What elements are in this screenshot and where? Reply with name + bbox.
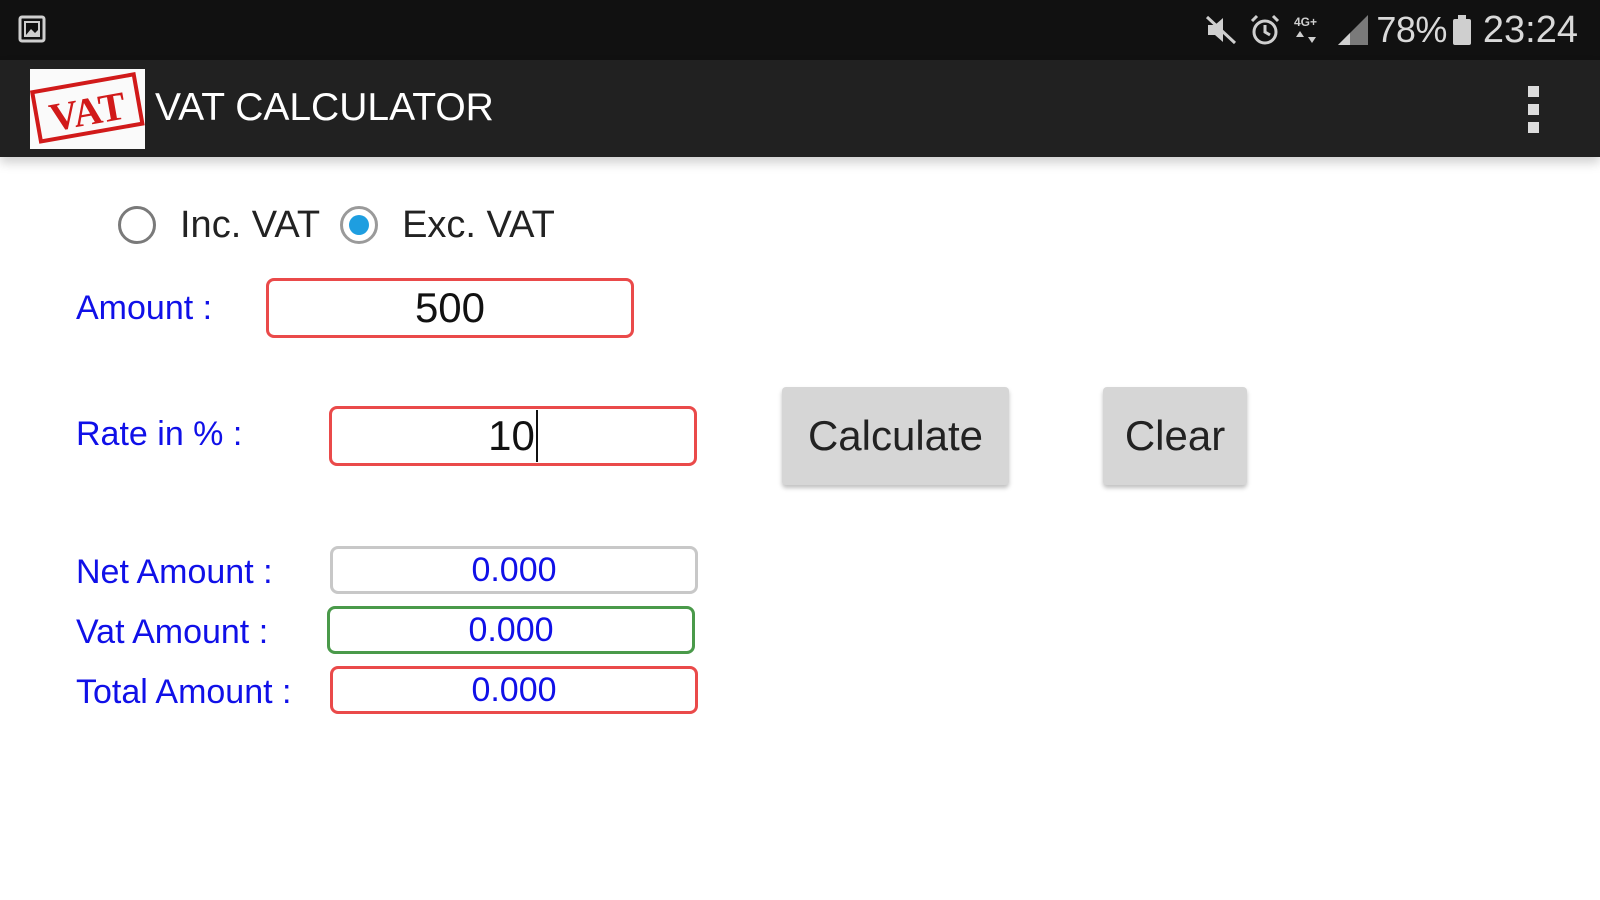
- clear-button[interactable]: Clear: [1103, 387, 1247, 485]
- overflow-menu-icon[interactable]: [1524, 84, 1544, 136]
- battery-icon: [1451, 0, 1473, 60]
- total-amount-field: 0.000: [330, 666, 698, 714]
- net-amount-label: Net Amount :: [76, 553, 273, 591]
- vat-amount-label: Vat Amount :: [76, 613, 269, 651]
- vat-logo: VAT: [30, 69, 145, 149]
- amount-value: 500: [414, 284, 486, 331]
- vat-mode-radio-group: Inc. VAT Exc. VAT: [118, 202, 575, 248]
- radio-inc-vat[interactable]: Inc. VAT: [118, 204, 320, 247]
- app-title: VAT CALCULATOR: [155, 86, 494, 129]
- amount-label: Amount :: [76, 289, 213, 327]
- radio-button-unchecked[interactable]: [118, 206, 156, 244]
- amount-input[interactable]: 500: [266, 278, 634, 338]
- status-bar: 4G+ 78% 23:24: [0, 0, 1600, 60]
- battery-percent: 78%: [1376, 9, 1447, 50]
- total-amount-label: Total Amount :: [76, 673, 292, 711]
- vat-amount-field: 0.000: [327, 606, 695, 654]
- rate-input[interactable]: 10: [329, 406, 697, 466]
- total-amount-value: 0.000: [471, 670, 557, 709]
- network-4g-icon: 4G+: [1292, 0, 1326, 60]
- svg-text:4G+: 4G+: [1294, 15, 1317, 29]
- net-amount-value: 0.000: [471, 550, 557, 589]
- vat-calculator-screen: 4G+ 78% 23:24 VAT VAT CALCULATOR Inc. VA…: [0, 0, 1600, 900]
- alarm-icon: [1248, 0, 1282, 60]
- clock-time: 23:24: [1482, 8, 1578, 51]
- radio-exc-vat[interactable]: Exc. VAT: [340, 204, 555, 247]
- rate-value: 10: [488, 412, 535, 459]
- radio-label-exc-vat: Exc. VAT: [402, 203, 555, 246]
- vat-amount-value: 0.000: [468, 610, 554, 649]
- app-toolbar: VAT VAT CALCULATOR: [0, 60, 1600, 157]
- net-amount-field: 0.000: [330, 546, 698, 594]
- gallery-icon: [18, 14, 46, 44]
- mute-icon: [1204, 0, 1238, 60]
- radio-button-checked[interactable]: [340, 206, 379, 244]
- radio-label-inc-vat: Inc. VAT: [180, 203, 321, 246]
- text-cursor: [535, 410, 538, 462]
- logo-text: VAT: [46, 83, 129, 141]
- signal-icon: [1336, 0, 1370, 60]
- rate-label: Rate in % :: [76, 415, 243, 453]
- calculate-button[interactable]: Calculate: [782, 387, 1009, 485]
